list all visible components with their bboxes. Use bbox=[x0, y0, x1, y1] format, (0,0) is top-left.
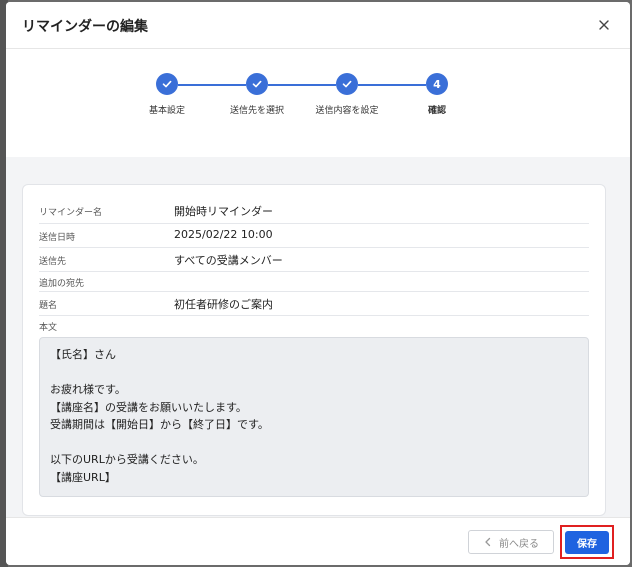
summary-row-recipients: 送信先 すべての受講メンバー bbox=[39, 247, 589, 272]
body-line: 【氏名】さん bbox=[50, 348, 116, 361]
body-label: 本文 bbox=[39, 323, 58, 333]
step-4-label: 確認 bbox=[427, 106, 447, 116]
confirmation-card: リマインダー名 開始時リマインダー 送信日時 2025/02/22 10:00 … bbox=[22, 184, 606, 516]
row-label: 題名 bbox=[39, 301, 58, 311]
edit-reminder-modal: リマインダーの編集 4 基本設定 送信先を選択 送信内容を設定 確認 リマインダ… bbox=[6, 2, 630, 565]
step-connector bbox=[268, 84, 336, 86]
body-line: お疲れ様です。 bbox=[50, 383, 126, 396]
row-label: 追加の宛先 bbox=[39, 279, 85, 289]
body-line: 以下のURLから受講ください。 bbox=[50, 453, 204, 466]
save-button[interactable]: 保存 bbox=[565, 531, 609, 554]
row-label: 送信日時 bbox=[39, 233, 76, 243]
body-line: 【講座URL】 bbox=[50, 470, 116, 484]
message-body-box: 【氏名】さん お疲れ様です。 【講座名】の受講をお願いいたします。 受講期間は【… bbox=[39, 337, 589, 497]
back-button-label: 前へ戻る bbox=[499, 538, 539, 550]
step-1-label: 基本設定 bbox=[148, 106, 186, 116]
summary-row-additional-recipients: 追加の宛先 bbox=[39, 271, 589, 292]
summary-row-subject: 題名 初任者研修のご案内 bbox=[39, 291, 589, 316]
row-value: 2025/02/22 10:00 bbox=[174, 228, 273, 241]
step-2-label: 送信先を選択 bbox=[229, 106, 285, 116]
row-value: 初任者研修のご案内 bbox=[174, 298, 273, 311]
step-1-check-icon bbox=[156, 73, 178, 95]
step-connector bbox=[178, 84, 246, 86]
modal-header: リマインダーの編集 bbox=[6, 2, 630, 49]
modal-body: 4 基本設定 送信先を選択 送信内容を設定 確認 リマインダー名 開始時リマイン… bbox=[6, 49, 630, 517]
step-4-number: 4 bbox=[426, 73, 448, 95]
body-line bbox=[50, 364, 578, 382]
back-button[interactable]: 前へ戻る bbox=[468, 530, 554, 554]
row-label: 送信先 bbox=[39, 257, 67, 267]
close-icon[interactable] bbox=[594, 15, 614, 35]
step-3-label: 送信内容を設定 bbox=[315, 106, 379, 116]
modal-footer: 前へ戻る 保存 bbox=[6, 517, 630, 565]
stepper: 4 基本設定 送信先を選択 送信内容を設定 確認 bbox=[149, 73, 476, 133]
summary-row-send-datetime: 送信日時 2025/02/22 10:00 bbox=[39, 223, 589, 248]
step-connector bbox=[358, 84, 426, 86]
row-value: すべての受講メンバー bbox=[174, 254, 283, 267]
step-3-check-icon bbox=[336, 73, 358, 95]
modal-title: リマインダーの編集 bbox=[22, 19, 148, 35]
row-value: 開始時リマインダー bbox=[174, 205, 273, 218]
row-label: リマインダー名 bbox=[39, 208, 103, 218]
stepper-band: 4 基本設定 送信先を選択 送信内容を設定 確認 bbox=[6, 49, 630, 157]
chevron-left-icon bbox=[485, 537, 491, 547]
step-2-check-icon bbox=[246, 73, 268, 95]
body-line: 受講期間は【開始日】から【終了日】です。 bbox=[50, 418, 269, 431]
body-line bbox=[50, 434, 578, 452]
summary-row-reminder-name: リマインダー名 開始時リマインダー bbox=[39, 199, 589, 224]
body-line: 【講座名】の受講をお願いいたします。 bbox=[50, 400, 247, 414]
